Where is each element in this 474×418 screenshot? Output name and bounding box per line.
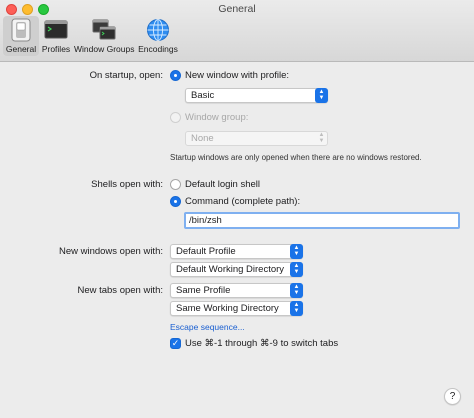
new-windows-directory-popup[interactable]: Default Working Directory ▲ ▼ xyxy=(170,262,303,277)
new-window-profile-radio[interactable] xyxy=(170,70,181,81)
switch-tabs-label: Use ⌘-1 through ⌘-9 to switch tabs xyxy=(185,338,339,349)
new-tabs-label: New tabs open with: xyxy=(77,285,163,296)
startup-note: Startup windows are only opened when the… xyxy=(170,153,422,162)
switch-icon xyxy=(11,18,31,42)
new-windows-label: New windows open with: xyxy=(58,246,163,257)
tab-profiles[interactable]: Profiles xyxy=(40,16,72,56)
chevron-updown-icon: ▲ ▼ xyxy=(290,301,303,316)
default-login-shell-option: Default login shell xyxy=(185,179,260,190)
tab-encodings[interactable]: Encodings xyxy=(136,16,180,56)
new-tabs-profile-value: Same Profile xyxy=(176,285,231,296)
window-group-value: None xyxy=(191,133,214,144)
command-path-option: Command (complete path): xyxy=(185,196,301,207)
escape-sequence-link[interactable]: Escape sequence... xyxy=(170,322,245,332)
new-windows-directory-value: Default Working Directory xyxy=(176,264,285,275)
window-titlebar: General General Profiles Window Groups E… xyxy=(0,0,474,62)
terminal-icon xyxy=(44,20,68,39)
chevron-updown-icon: ▲ ▼ xyxy=(290,283,303,298)
help-button[interactable]: ? xyxy=(444,388,461,405)
tab-profiles-label: Profiles xyxy=(41,44,71,54)
chevron-updown-icon: ▲ ▼ xyxy=(290,262,303,277)
new-window-profile-option: New window with profile: xyxy=(185,70,290,81)
default-login-shell-radio[interactable] xyxy=(170,179,181,190)
startup-label: On startup, open: xyxy=(89,70,163,81)
window-title: General xyxy=(218,3,256,15)
command-path-radio[interactable] xyxy=(170,196,181,207)
tab-encodings-label: Encodings xyxy=(138,44,178,54)
window-group-option: Window group: xyxy=(185,112,249,123)
startup-profile-value: Basic xyxy=(191,90,215,101)
new-tabs-profile-popup[interactable]: Same Profile ▲ ▼ xyxy=(170,283,303,298)
tab-window-groups[interactable]: Window Groups xyxy=(74,16,134,56)
chevron-updown-icon: ▲ ▼ xyxy=(315,88,328,103)
chevron-updown-icon: ▲ ▼ xyxy=(290,244,303,259)
window-group-popup[interactable]: None ▲ ▼ xyxy=(185,131,328,146)
chevron-updown-icon: ▲ ▼ xyxy=(318,132,325,144)
help-icon: ? xyxy=(449,391,456,402)
general-settings-pane: On startup, open: New window with profil… xyxy=(0,62,474,418)
new-windows-profile-value: Default Profile xyxy=(176,246,236,257)
new-tabs-directory-popup[interactable]: Same Working Directory ▲ ▼ xyxy=(170,301,303,316)
command-path-input[interactable]: /bin/zsh xyxy=(184,212,460,229)
window-group-radio[interactable] xyxy=(170,112,181,123)
switch-tabs-checkbox[interactable]: ✓ xyxy=(170,338,181,349)
tab-general-label: General xyxy=(5,44,37,54)
globe-icon xyxy=(147,19,169,41)
window-groups-icon xyxy=(92,19,116,40)
startup-profile-popup[interactable]: Basic ▲ ▼ xyxy=(185,88,328,103)
tab-window-groups-label: Window Groups xyxy=(74,44,135,54)
new-windows-profile-popup[interactable]: Default Profile ▲ ▼ xyxy=(170,244,303,259)
shells-label: Shells open with: xyxy=(91,179,163,190)
new-tabs-directory-value: Same Working Directory xyxy=(176,303,279,314)
tab-general[interactable]: General xyxy=(3,16,39,56)
checkmark-icon: ✓ xyxy=(171,338,180,348)
